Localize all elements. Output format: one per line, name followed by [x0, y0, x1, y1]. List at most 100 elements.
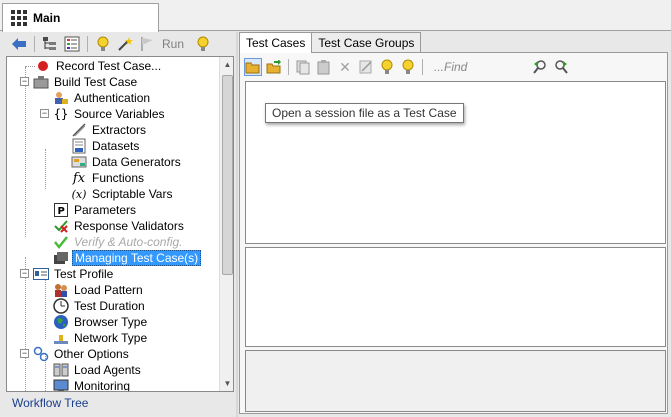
copy-icon[interactable] — [294, 58, 312, 76]
tab-label: Test Case Groups — [318, 35, 415, 50]
tree-item-label: Monitoring — [74, 379, 131, 392]
lightbulb-icon[interactable] — [194, 35, 212, 53]
tree-connector — [25, 67, 26, 237]
find-next-icon[interactable] — [552, 58, 570, 76]
tab-test-cases[interactable]: Test Cases — [239, 32, 313, 53]
toolbar-separator — [422, 59, 423, 75]
tree-item-response-validators[interactable]: Response Validators — [53, 218, 186, 234]
import-folder-icon[interactable] — [265, 58, 283, 76]
tree-item-test-profile[interactable]: Test Profile — [33, 266, 115, 282]
scriptable-vars-icon: (x) — [71, 187, 87, 201]
tree-view-icon[interactable] — [41, 35, 59, 53]
checkmark-icon — [53, 234, 69, 250]
toolbar-separator — [34, 36, 35, 52]
tree-item-scriptable-vars[interactable]: (x) Scriptable Vars — [71, 186, 174, 202]
tree-item-label: Test Profile — [54, 267, 114, 281]
tree-item-label: Test Duration — [74, 299, 145, 313]
tree-item-label: Browser Type — [74, 315, 148, 329]
tree-expander[interactable]: − — [20, 77, 29, 86]
tree-expander[interactable]: − — [20, 269, 29, 278]
tree-expander[interactable]: − — [40, 109, 49, 118]
tree-scrollbar[interactable]: ▲ ▼ — [219, 57, 233, 391]
find-input[interactable]: ...Find — [434, 58, 524, 76]
main-tab[interactable]: Main — [2, 3, 159, 32]
grid-icon — [11, 10, 27, 26]
tree-item-label: Functions — [92, 171, 145, 185]
test-cases-toolbar: ✕ ...Find — [244, 56, 664, 78]
dataset-icon — [71, 138, 87, 154]
scroll-up-icon[interactable]: ▲ — [220, 57, 233, 72]
tree-connector — [45, 275, 46, 339]
test-case-detail-pane[interactable] — [245, 247, 666, 347]
agents-icon — [53, 362, 69, 378]
workflow-tree-label: Workflow Tree — [12, 396, 89, 410]
tree-item-load-agents[interactable]: Load Agents — [53, 362, 143, 378]
monitoring-icon — [53, 378, 69, 391]
data-generator-icon — [71, 154, 87, 170]
back-arrow-icon[interactable] — [10, 35, 28, 53]
lightbulb-icon[interactable] — [399, 58, 417, 76]
delete-icon[interactable]: ✕ — [336, 58, 354, 76]
tree-item-source-variables[interactable]: {} Source Variables — [53, 106, 167, 122]
toolbar-separator — [87, 36, 88, 52]
tree-item-label: Datasets — [92, 139, 140, 153]
tree-item-datasets[interactable]: Datasets — [71, 138, 141, 154]
tree-item-functions[interactable]: fx Functions — [71, 170, 146, 186]
build-icon — [33, 74, 49, 90]
tree-item-record-test-case[interactable]: Record Test Case... — [35, 58, 163, 74]
splitter[interactable] — [236, 32, 238, 417]
edit-icon[interactable] — [357, 58, 375, 76]
svg-text:P: P — [58, 206, 65, 217]
lightbulb-icon[interactable] — [378, 58, 396, 76]
magic-wand-icon[interactable] — [116, 35, 134, 53]
tree-item-label: Parameters — [74, 203, 137, 217]
lightbulb-icon[interactable] — [94, 35, 112, 53]
options-icon — [33, 346, 49, 362]
workflow-toolbar: Run — [6, 33, 236, 55]
parameters-icon: P — [53, 202, 69, 218]
flag-icon[interactable] — [138, 35, 156, 53]
function-icon: fx — [72, 170, 86, 186]
tree-item-label: Build Test Case — [54, 75, 138, 89]
paste-icon[interactable] — [315, 58, 333, 76]
test-case-tabs: Test Cases Test Case Groups — [239, 32, 422, 53]
tree-item-build-test-case[interactable]: Build Test Case — [33, 74, 139, 90]
test-case-info-pane — [245, 350, 666, 412]
tree-item-other-options[interactable]: Other Options — [33, 346, 131, 362]
tree-item-label: Record Test Case... — [56, 59, 162, 73]
tree-item-test-duration[interactable]: Test Duration — [53, 298, 147, 314]
tree-item-network-type[interactable]: Network Type — [53, 330, 149, 346]
tree-item-label: Load Pattern — [74, 283, 143, 297]
tab-label: Test Cases — [246, 36, 306, 50]
tab-test-case-groups[interactable]: Test Case Groups — [311, 32, 422, 52]
tree-item-parameters[interactable]: P Parameters — [53, 202, 138, 218]
users-icon — [53, 282, 69, 298]
open-folder-icon[interactable] — [244, 58, 262, 76]
tree-item-label: Managing Test Case(s) — [72, 250, 202, 266]
authentication-icon — [53, 90, 69, 106]
run-button[interactable]: Run — [162, 37, 184, 51]
open-session-tooltip: Open a session file as a Test Case — [265, 103, 464, 123]
manage-icon — [53, 250, 69, 266]
toolbar-separator — [288, 59, 289, 75]
tree-item-browser-type[interactable]: Browser Type — [53, 314, 149, 330]
tree-item-label: Source Variables — [74, 107, 165, 121]
tree-item-label: Authentication — [74, 91, 151, 105]
workflow-tree[interactable]: − − − − Record Test Case... Build Test C… — [6, 56, 234, 392]
tree-item-load-pattern[interactable]: Load Pattern — [53, 282, 145, 298]
tree-item-extractors[interactable]: Extractors — [71, 122, 148, 138]
tree-item-managing-test-cases[interactable]: Managing Test Case(s) — [53, 250, 202, 266]
tree-item-label: Scriptable Vars — [92, 187, 173, 201]
scrollbar-thumb[interactable] — [222, 75, 233, 275]
find-previous-icon[interactable] — [531, 58, 549, 76]
tree-expander[interactable]: − — [20, 349, 29, 358]
scroll-down-icon[interactable]: ▼ — [220, 376, 233, 391]
tree-item-authentication[interactable]: Authentication — [53, 90, 152, 106]
tree-item-label: Extractors — [92, 123, 147, 137]
tree-item-label: Network Type — [74, 331, 148, 345]
tree-item-data-generators[interactable]: Data Generators — [71, 154, 183, 170]
tree-item-monitoring[interactable]: Monitoring — [53, 378, 132, 392]
list-view-icon[interactable] — [63, 35, 81, 53]
globe-icon — [53, 314, 69, 330]
tree-item-label: Data Generators — [92, 155, 181, 169]
